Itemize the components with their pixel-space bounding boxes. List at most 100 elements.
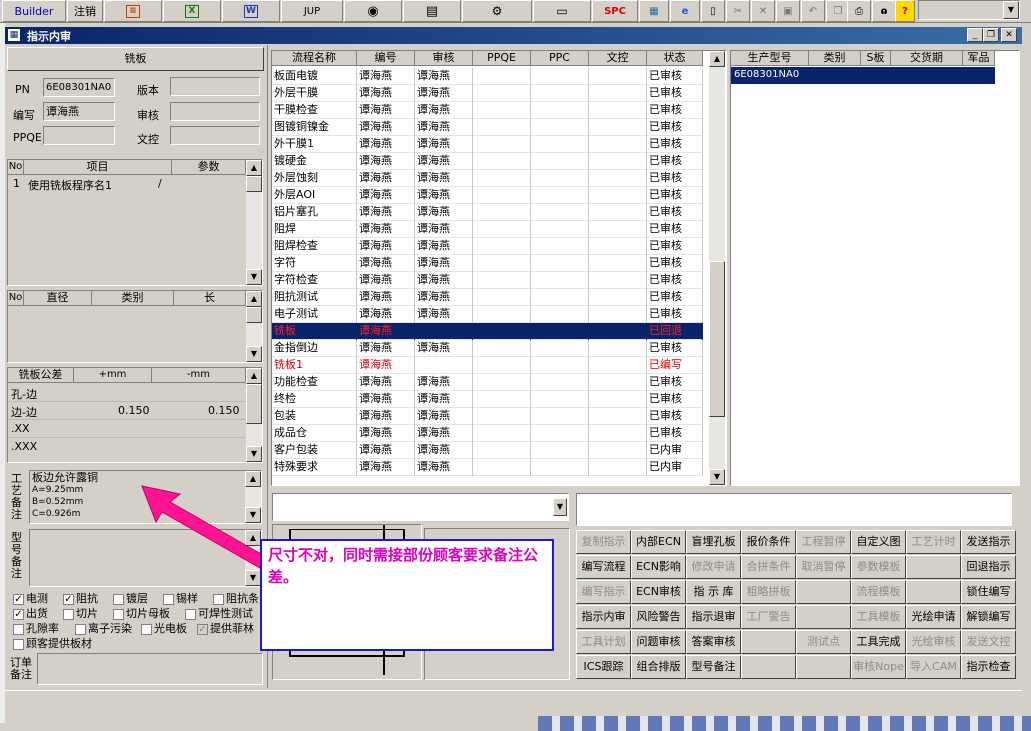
audit-field[interactable]: [170, 102, 260, 121]
action-button[interactable]: 复制指示: [576, 530, 631, 554]
action-button[interactable]: 指示内审: [576, 605, 631, 629]
action-button[interactable]: 发送文控: [961, 630, 1016, 654]
toolbar-combo[interactable]: ▼: [918, 0, 1020, 20]
items-row[interactable]: 1 使用铣板程序名1 /: [8, 176, 246, 192]
action-button[interactable]: ECN影响: [631, 555, 686, 579]
process-row[interactable]: 成品仓 谭海燕 谭海燕 已审核: [272, 425, 703, 442]
undo-button[interactable]: ↶: [801, 0, 825, 22]
action-button[interactable]: 报价条件: [741, 530, 796, 554]
check-photoelectric[interactable]: 光电板: [141, 620, 187, 636]
action-button[interactable]: 盲埋孔板: [686, 530, 741, 554]
action-button[interactable]: 导入CAM: [906, 655, 961, 679]
scroll-down-icon[interactable]: ▼: [245, 570, 261, 586]
scroll-down-icon[interactable]: ▼: [246, 269, 262, 285]
items-scrollbar[interactable]: ▲ ▼: [246, 160, 262, 285]
action-button[interactable]: ICS跟踪: [576, 655, 631, 679]
action-button[interactable]: 合拼条件: [741, 555, 796, 579]
check-solderability[interactable]: 可焊性测试: [185, 605, 253, 621]
scroll-thumb[interactable]: [246, 176, 262, 192]
tol-row[interactable]: .XX: [8, 420, 246, 438]
action-button[interactable]: [906, 580, 961, 604]
new-button[interactable]: ▯: [701, 0, 725, 22]
process-row[interactable]: 外干膜1 谭海燕 谭海燕 已审核: [272, 136, 703, 153]
action-button[interactable]: 审核Nope: [851, 655, 906, 679]
tol-row[interactable]: .XXX: [8, 438, 246, 456]
action-button[interactable]: 工具完成: [851, 630, 906, 654]
version-field[interactable]: [170, 77, 260, 96]
process-row[interactable]: 外层AOI 谭海燕 谭海燕 已审核: [272, 187, 703, 204]
check-ion-contamination[interactable]: 离子污染: [75, 620, 132, 636]
minimize-button[interactable]: _: [967, 28, 983, 42]
info-field[interactable]: [576, 493, 1012, 526]
action-button[interactable]: 工艺计时: [906, 530, 961, 554]
action-button[interactable]: 回退指示: [961, 555, 1016, 579]
process-row[interactable]: 图镀铜镍金 谭海燕 谭海燕 已审核: [272, 119, 703, 136]
toolbar-computer-button[interactable]: ▭: [533, 0, 591, 22]
action-button[interactable]: 光绘审核: [906, 630, 961, 654]
process-row[interactable]: 阻焊检查 谭海燕 谭海燕 已审核: [272, 238, 703, 255]
scroll-thumb[interactable]: [709, 261, 725, 417]
order-note-text[interactable]: [37, 653, 263, 685]
delete-button[interactable]: ✕: [751, 0, 775, 22]
action-button[interactable]: 型号备注: [686, 655, 741, 679]
dia-scrollbar[interactable]: ▲ ▼: [246, 291, 262, 362]
action-button[interactable]: [796, 605, 851, 629]
action-button[interactable]: 指示检查: [961, 655, 1016, 679]
action-button[interactable]: 指示退审: [686, 605, 741, 629]
scroll-up-icon[interactable]: ▲: [246, 160, 262, 176]
check-section[interactable]: 切片: [63, 605, 98, 621]
check-porosity[interactable]: 孔隙率: [13, 620, 59, 636]
check-impedance[interactable]: ✓ 阻抗: [63, 590, 98, 606]
logout-button[interactable]: 注销: [67, 0, 103, 22]
save-button[interactable]: ▣: [776, 0, 800, 22]
action-button[interactable]: 内部ECN: [631, 530, 686, 554]
action-button[interactable]: 取消暂停: [796, 555, 851, 579]
scroll-down-icon[interactable]: ▼: [709, 469, 725, 485]
action-button[interactable]: [906, 555, 961, 579]
toolbar-excel-button[interactable]: X: [163, 0, 221, 22]
process-row[interactable]: 字符 谭海燕 谭海燕 已审核: [272, 255, 703, 272]
scroll-up-icon[interactable]: ▲: [246, 368, 262, 384]
action-button[interactable]: 参数模板: [851, 555, 906, 579]
process-row[interactable]: 特殊要求 谭海燕 谭海燕 已内审: [272, 459, 703, 476]
ppqe-field[interactable]: [43, 126, 115, 145]
process-row[interactable]: 阻抗测试 谭海燕 谭海燕 已审核: [272, 289, 703, 306]
check-shipment[interactable]: ✓ 出货: [13, 605, 48, 621]
process-row[interactable]: 外层干膜 谭海燕 谭海燕 已审核: [272, 85, 703, 102]
action-button[interactable]: 粗略拼板: [741, 580, 796, 604]
action-button[interactable]: 问题审核: [631, 630, 686, 654]
check-section-master[interactable]: 切片母板: [113, 605, 170, 621]
cut-button[interactable]: ✂: [726, 0, 750, 22]
builder-button[interactable]: Builder: [2, 0, 66, 22]
pn-field[interactable]: 6E08301NA0: [43, 78, 115, 97]
action-button[interactable]: 流程模板: [851, 580, 906, 604]
action-button[interactable]: 自定义图: [851, 530, 906, 554]
tol-scrollbar[interactable]: ▲ ▼: [246, 368, 262, 462]
action-button[interactable]: [796, 655, 851, 679]
toolbar-tools-button[interactable]: ⚙: [462, 0, 532, 22]
scroll-up-icon[interactable]: ▲: [709, 51, 725, 67]
check-plating[interactable]: 镀层: [113, 590, 148, 606]
toolbar-word-button[interactable]: W: [222, 0, 280, 22]
action-button[interactable]: 测试点: [796, 630, 851, 654]
jup-button[interactable]: JUP: [281, 0, 343, 22]
check-impedance-strip[interactable]: 阻抗条: [213, 590, 259, 606]
process-row[interactable]: 客户包装 谭海燕 谭海燕 已内审: [272, 442, 703, 459]
close-button[interactable]: ✕: [1001, 28, 1017, 42]
tol-row[interactable]: 孔-边: [8, 384, 246, 402]
scroll-down-icon[interactable]: ▼: [246, 446, 262, 462]
toolbar-doc-button[interactable]: ≡: [104, 0, 162, 22]
process-row[interactable]: 干膜检查 谭海燕 谭海燕 已审核: [272, 102, 703, 119]
toolbar-db-button[interactable]: ▤: [403, 0, 461, 22]
toolbar-ie-button[interactable]: e: [670, 0, 700, 22]
process-row[interactable]: 镀硬金 谭海燕 谭海燕 已审核: [272, 153, 703, 170]
process-combo[interactable]: ▼: [272, 493, 569, 521]
doc-control-field[interactable]: [170, 126, 260, 145]
action-button[interactable]: 工程暂停: [796, 530, 851, 554]
action-button[interactable]: 编写流程: [576, 555, 631, 579]
process-row[interactable]: 金指倒边 谭海燕 谭海燕 已审核: [272, 340, 703, 357]
process-row[interactable]: 功能检查 谭海燕 谭海燕 已审核: [272, 374, 703, 391]
action-button[interactable]: 组合排版: [631, 655, 686, 679]
model-row[interactable]: 6E08301NA0: [731, 67, 995, 84]
process-row[interactable]: 阻焊 谭海燕 谭海燕 已审核: [272, 221, 703, 238]
